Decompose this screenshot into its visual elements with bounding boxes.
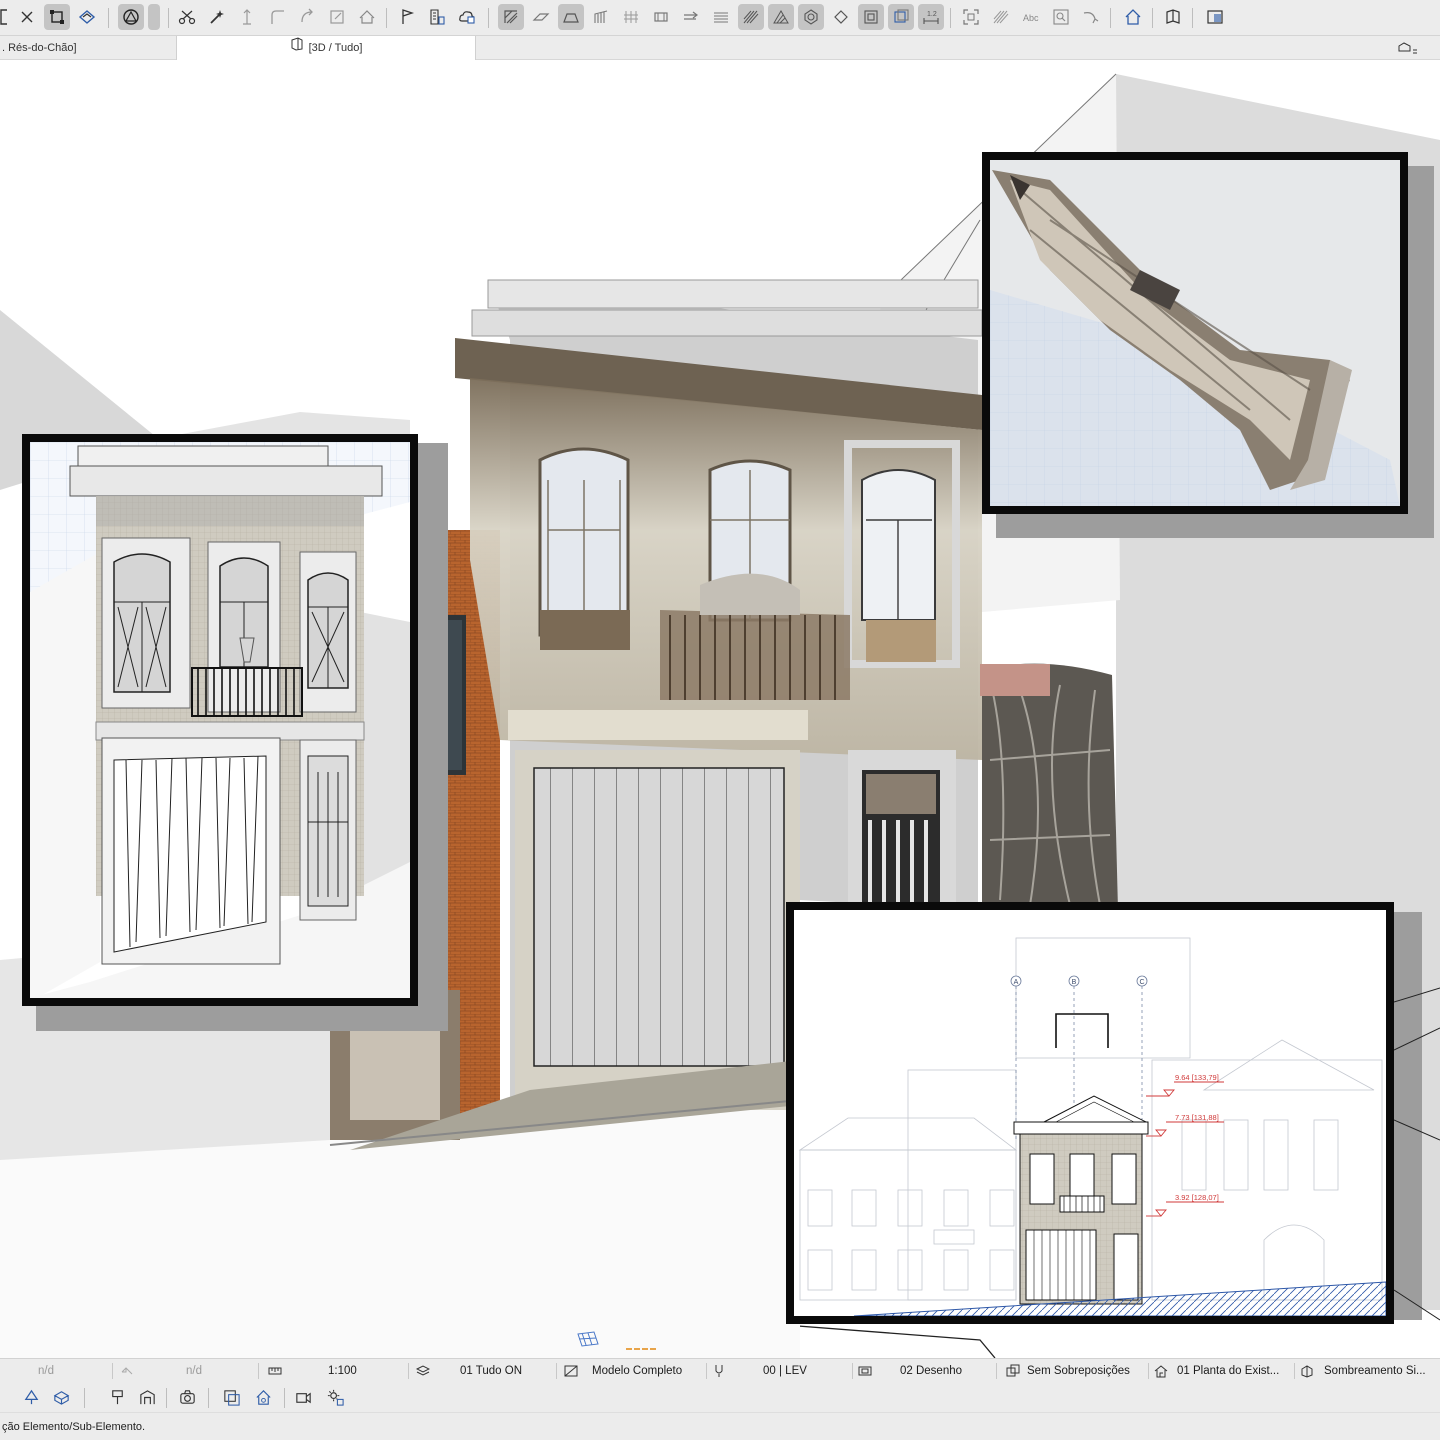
scale-value[interactable]: 1:100: [328, 1359, 398, 1383]
renovation-filter-icon[interactable]: [1154, 1364, 1168, 1378]
grid-icon[interactable]: [618, 4, 644, 30]
scale-icon[interactable]: [268, 1364, 282, 1378]
navigator-icon[interactable]: [1396, 39, 1420, 57]
grid-label-a: A: [1014, 979, 1019, 986]
3d-viewport[interactable]: A B C 9.64 [133,79] 7.73 [131,88] 3.92 […: [0, 60, 1440, 1358]
status-nd-1: n/d: [38, 1365, 54, 1377]
pen-set[interactable]: 00 | LEV: [763, 1359, 843, 1383]
video-camera-icon[interactable]: [292, 1386, 314, 1408]
graphic-override[interactable]: Sem Sobreposições: [1027, 1359, 1145, 1383]
wall-hatch-icon[interactable]: [498, 4, 524, 30]
viewport-marker-bottom: [626, 1348, 656, 1352]
level-label-ground: 3.92 [128,07]: [1175, 1193, 1219, 1202]
diamond-icon[interactable]: [828, 4, 854, 30]
hatch-diagonal-icon[interactable]: [768, 4, 794, 30]
house-icon[interactable]: [1120, 4, 1146, 30]
trace-icon[interactable]: [74, 4, 100, 30]
layers-icon[interactable]: [415, 1364, 431, 1378]
gravity-menu-button[interactable]: [148, 4, 160, 30]
copy-view-icon[interactable]: [220, 1386, 242, 1408]
layout-icon[interactable]: [1202, 4, 1228, 30]
model-view-option[interactable]: Modelo Completo: [592, 1359, 702, 1383]
flag-icon[interactable]: [394, 4, 420, 30]
layer-combination[interactable]: 01 Tudo ON: [460, 1359, 550, 1383]
elevation-tool-icon[interactable]: [234, 4, 260, 30]
sun-settings-icon[interactable]: [324, 1386, 346, 1408]
layer-icon[interactable]: [858, 4, 884, 30]
status-nd-2: n/d: [186, 1365, 202, 1377]
cloud-icon[interactable]: [454, 4, 480, 30]
arrow-right-icon[interactable]: [678, 4, 704, 30]
status-hint: ção Elemento/Sub-Elemento.: [0, 1412, 1440, 1440]
3d-box-icon[interactable]: [50, 1386, 72, 1408]
bim-model-panel: [22, 434, 418, 1006]
main-toolbar: 1.2 Abc: [0, 0, 1440, 36]
resize-icon[interactable]: [324, 4, 350, 30]
quick-options-bar: n/d n/d 1:100 01 Tudo ON Modelo Completo…: [0, 1358, 1440, 1382]
scissors-icon[interactable]: [174, 4, 200, 30]
level-label-middle: 7.73 [131,88]: [1175, 1113, 1219, 1122]
paint-icon[interactable]: [106, 1386, 128, 1408]
tab-floor-plan[interactable]: . Rés-do-Chão]: [0, 36, 176, 60]
tab-3d-view[interactable]: [3D / Tudo]: [176, 36, 476, 60]
element-select-icon[interactable]: [44, 4, 70, 30]
gravity-icon[interactable]: [118, 4, 144, 30]
grid-label-c: C: [1139, 979, 1144, 986]
zoom-icon[interactable]: [1048, 4, 1074, 30]
svg-text:Abc: Abc: [1023, 13, 1039, 23]
roof-icon[interactable]: [354, 4, 380, 30]
dimension-standard-icon[interactable]: [858, 1364, 872, 1378]
fillet-icon[interactable]: [264, 4, 290, 30]
overrides-icon[interactable]: [1006, 1364, 1020, 1378]
curve-icon[interactable]: [1078, 4, 1104, 30]
tree-icon[interactable]: [20, 1386, 42, 1408]
grid-label-b: B: [1072, 979, 1077, 986]
level-label-top: 9.64 [133,79]: [1175, 1073, 1219, 1082]
camera-icon[interactable]: [176, 1386, 198, 1408]
archicad-window: 1.2 Abc . Rés-do-Chão] [3D / Tudo] A B C…: [0, 0, 1440, 1440]
bim-facade-render: [30, 442, 410, 998]
marquee-icon[interactable]: [14, 4, 40, 30]
view-tab-bar: . Rés-do-Chão] [3D / Tudo]: [0, 36, 1440, 60]
house-cog-icon[interactable]: [252, 1386, 274, 1408]
stair-icon[interactable]: [588, 4, 614, 30]
hatch-icon[interactable]: [708, 4, 734, 30]
fill-icon[interactable]: [988, 4, 1014, 30]
beam-icon[interactable]: [648, 4, 674, 30]
layer-stack-icon[interactable]: [888, 4, 914, 30]
dimension-icon[interactable]: 1.2: [918, 4, 944, 30]
point-cloud-render: [990, 160, 1400, 506]
svg-text:1.2: 1.2: [927, 11, 937, 18]
renovation-filter[interactable]: 01 Planta do Exist...: [1177, 1359, 1291, 1383]
arch-icon[interactable]: [558, 4, 584, 30]
model-view-icon[interactable]: [564, 1364, 578, 1378]
3d-window-icon: [290, 36, 304, 60]
scene-edge-lines: [1394, 987, 1440, 1321]
dimension-standard[interactable]: 02 Desenho: [900, 1359, 990, 1383]
point-cloud-scan-panel: [982, 152, 1408, 514]
pen-set-icon[interactable]: [712, 1364, 726, 1378]
shading-icon[interactable]: [1300, 1364, 1314, 1378]
slab-icon[interactable]: [528, 4, 554, 30]
rotate-icon[interactable]: [294, 4, 320, 30]
frame-icon[interactable]: [958, 4, 984, 30]
magic-wand-icon[interactable]: [204, 4, 230, 30]
book-icon[interactable]: [1160, 4, 1186, 30]
schedule-icon[interactable]: [424, 4, 450, 30]
undo-zoom-icon[interactable]: [120, 1364, 134, 1378]
3d-style[interactable]: Sombreamento Si...: [1324, 1359, 1434, 1383]
node-icon[interactable]: [798, 4, 824, 30]
navigation-toolbar: [0, 1382, 1440, 1412]
elevation-drawing: A B C 9.64 [133,79] 7.73 [131,88] 3.92 […: [794, 910, 1386, 1316]
render-icon[interactable]: [136, 1386, 158, 1408]
text-icon[interactable]: Abc: [1018, 4, 1044, 30]
tab-3d-view-label: [3D / Tudo]: [308, 42, 363, 54]
elevation-drawing-panel: A B C 9.64 [133,79] 7.73 [131,88] 3.92 […: [786, 902, 1394, 1324]
floor-grid-icon[interactable]: [574, 1330, 602, 1348]
hatch-active-icon[interactable]: [738, 4, 764, 30]
